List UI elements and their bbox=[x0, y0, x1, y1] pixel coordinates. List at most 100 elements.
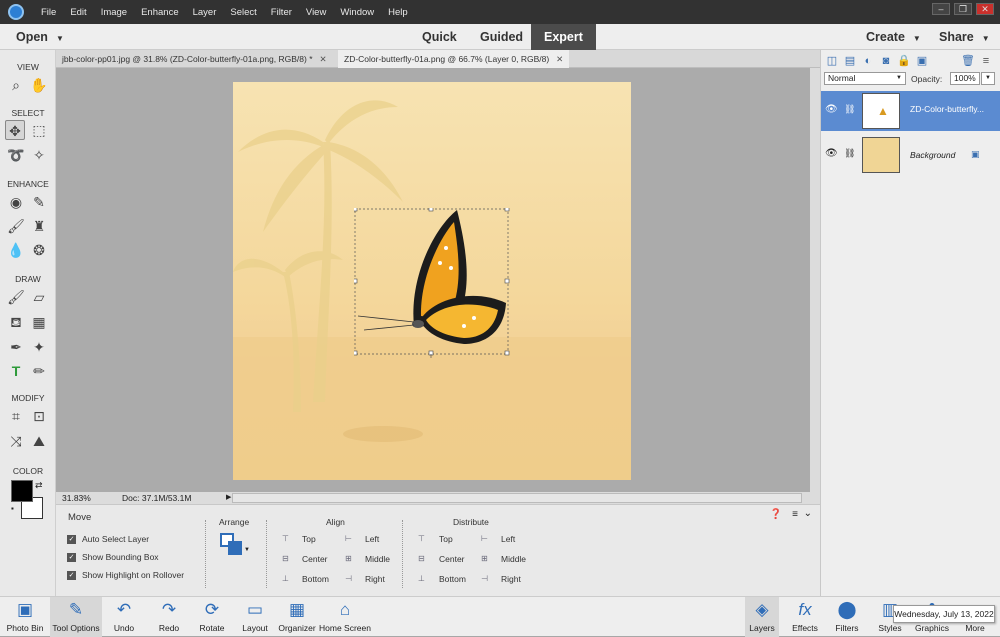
tab-butterfly[interactable]: ZD-Color-butterfly-01a.png @ 66.7% (Laye… bbox=[338, 50, 570, 68]
align-top-label[interactable]: Top bbox=[302, 534, 316, 544]
move-tool-icon[interactable]: ✥ bbox=[5, 120, 25, 140]
undo-button[interactable]: ↶ Undo bbox=[108, 597, 140, 637]
distribute-right-label[interactable]: Right bbox=[501, 574, 521, 584]
share-button[interactable]: Share ▼ bbox=[939, 24, 990, 50]
effects-button[interactable]: fx Effects bbox=[788, 597, 822, 637]
align-middle-icon[interactable]: ⊞ bbox=[345, 554, 357, 563]
layer-name[interactable]: Background bbox=[910, 150, 955, 160]
content-aware-move-icon[interactable]: ⤨ bbox=[6, 431, 26, 451]
menu-filter[interactable]: Filter bbox=[264, 7, 299, 18]
red-eye-tool-icon[interactable]: ◉ bbox=[6, 192, 26, 212]
magic-wand-icon[interactable]: ✧ bbox=[29, 145, 49, 165]
collapse-icon[interactable]: ⌄ bbox=[804, 508, 812, 519]
align-middle-label[interactable]: Middle bbox=[365, 554, 390, 564]
align-center-icon[interactable]: ⊟ bbox=[282, 554, 294, 563]
restore-button[interactable]: ❐ bbox=[954, 3, 972, 15]
align-top-icon[interactable]: ⊤ bbox=[282, 534, 294, 543]
swap-colors-icon[interactable]: ⇄ bbox=[35, 480, 43, 491]
distribute-bottom-icon[interactable]: ⊥ bbox=[418, 574, 430, 583]
status-menu-icon[interactable]: ▶ bbox=[226, 492, 231, 504]
mode-quick[interactable]: Quick bbox=[422, 24, 457, 50]
distribute-top-label[interactable]: Top bbox=[439, 534, 453, 544]
menu-window[interactable]: Window bbox=[333, 7, 381, 18]
gradient-tool-icon[interactable]: ▦ bbox=[29, 312, 49, 332]
eye-icon[interactable]: 👁 bbox=[825, 148, 838, 159]
align-center-label[interactable]: Center bbox=[302, 554, 328, 564]
layers-button[interactable]: ◈ Layers bbox=[745, 597, 779, 637]
bounding-box-checkbox[interactable]: ✓ bbox=[67, 553, 76, 562]
tab-jbb-color[interactable]: jbb-color-pp01.jpg @ 31.8% (ZD-Color-but… bbox=[56, 50, 333, 68]
organizer-button[interactable]: ▦ Organizer bbox=[277, 597, 317, 637]
filters-button[interactable]: ⬤ Filters bbox=[830, 597, 864, 637]
align-right-icon[interactable]: ⊣ bbox=[345, 574, 357, 583]
minimize-button[interactable]: – bbox=[932, 3, 950, 15]
mode-guided[interactable]: Guided bbox=[480, 24, 523, 50]
tool-options-button[interactable]: ✎ Tool Options bbox=[50, 597, 102, 637]
link-icon[interactable]: ⛓ bbox=[844, 148, 855, 159]
recompose-tool-icon[interactable]: ⊡ bbox=[29, 406, 49, 426]
link-icon[interactable]: ⛓ bbox=[844, 104, 855, 115]
marquee-tool-icon[interactable]: ⬚ bbox=[29, 120, 49, 140]
auto-select-checkbox[interactable]: ✓ bbox=[67, 535, 76, 544]
menu-file[interactable]: File bbox=[34, 7, 63, 18]
rotate-button[interactable]: ⟳ Rotate bbox=[194, 597, 230, 637]
lasso-tool-icon[interactable]: ➰ bbox=[6, 145, 26, 165]
type-tool-icon[interactable]: T bbox=[6, 361, 26, 381]
lock-transparent-icon[interactable]: ▣ bbox=[915, 54, 929, 68]
blend-mode-select[interactable]: Normal ▼ bbox=[824, 72, 906, 85]
layer-row-butterfly[interactable]: 👁 ⛓ ▲ ZD-Color-butterfly... bbox=[821, 91, 1000, 131]
distribute-middle-label[interactable]: Middle bbox=[501, 554, 526, 564]
open-button[interactable]: Open ▼ bbox=[16, 24, 64, 50]
panel-menu-icon[interactable]: ≡ bbox=[979, 54, 993, 68]
horizontal-scrollbar[interactable] bbox=[232, 493, 802, 503]
layout-button[interactable]: ▭ Layout bbox=[238, 597, 272, 637]
distribute-center-icon[interactable]: ⊟ bbox=[418, 554, 430, 563]
redo-button[interactable]: ↷ Redo bbox=[152, 597, 186, 637]
blur-tool-icon[interactable]: 💧 bbox=[6, 240, 26, 260]
clone-stamp-icon[interactable]: ♜ bbox=[29, 216, 49, 236]
butterfly-layer[interactable] bbox=[354, 208, 510, 358]
opacity-dropdown[interactable]: ▼ bbox=[981, 72, 995, 85]
menu-help[interactable]: Help bbox=[381, 7, 415, 18]
distribute-right-icon[interactable]: ⊣ bbox=[481, 574, 493, 583]
delete-layer-icon[interactable]: 🗑 bbox=[961, 54, 975, 68]
distribute-top-icon[interactable]: ⊤ bbox=[418, 534, 430, 543]
menu-image[interactable]: Image bbox=[94, 7, 134, 18]
default-colors-icon[interactable]: ▪ bbox=[11, 504, 14, 513]
brush-tool-icon[interactable]: 🖌 bbox=[6, 287, 26, 307]
distribute-center-label[interactable]: Center bbox=[439, 554, 465, 564]
close-icon[interactable]: ✕ bbox=[320, 54, 327, 64]
align-left-label[interactable]: Left bbox=[365, 534, 379, 544]
zoom-tool-icon[interactable]: ⌕ bbox=[6, 75, 26, 95]
menu-edit[interactable]: Edit bbox=[63, 7, 93, 18]
new-layer-icon[interactable]: ◫ bbox=[825, 54, 839, 68]
close-window-button[interactable]: ✕ bbox=[976, 3, 994, 15]
eye-icon[interactable]: 👁 bbox=[825, 104, 838, 115]
custom-shape-icon[interactable]: ✦ bbox=[29, 337, 49, 357]
paint-bucket-icon[interactable]: ⛾ bbox=[6, 312, 26, 332]
close-icon[interactable]: ✕ bbox=[556, 54, 563, 64]
eraser-tool-icon[interactable]: ▱ bbox=[29, 287, 49, 307]
align-bottom-icon[interactable]: ⊥ bbox=[282, 574, 294, 583]
distribute-left-label[interactable]: Left bbox=[501, 534, 515, 544]
align-right-label[interactable]: Right bbox=[365, 574, 385, 584]
menu-layer[interactable]: Layer bbox=[186, 7, 224, 18]
menu-select[interactable]: Select bbox=[223, 7, 263, 18]
vertical-scrollbar[interactable] bbox=[810, 68, 820, 492]
align-bottom-label[interactable]: Bottom bbox=[302, 574, 329, 584]
photo-bin-button[interactable]: ▣ Photo Bin bbox=[2, 597, 48, 637]
layer-name[interactable]: ZD-Color-butterfly... bbox=[910, 104, 984, 114]
menu-enhance[interactable]: Enhance bbox=[134, 7, 186, 18]
panel-menu-icon[interactable]: ≡ bbox=[792, 509, 798, 520]
lock-all-icon[interactable]: 🔒 bbox=[897, 54, 911, 68]
menu-view[interactable]: View bbox=[299, 7, 333, 18]
distribute-left-icon[interactable]: ⊢ bbox=[481, 534, 493, 543]
highlight-rollover-checkbox[interactable]: ✓ bbox=[67, 571, 76, 580]
arrange-dropdown[interactable]: ▼ bbox=[220, 533, 250, 557]
new-group-icon[interactable]: ▤ bbox=[843, 54, 857, 68]
distribute-bottom-label[interactable]: Bottom bbox=[439, 574, 466, 584]
zoom-level[interactable]: 31.83% bbox=[62, 492, 91, 504]
crop-tool-icon[interactable]: ⌗ bbox=[6, 406, 26, 426]
home-screen-button[interactable]: ⌂ Home Screen bbox=[319, 597, 371, 637]
distribute-middle-icon[interactable]: ⊞ bbox=[481, 554, 493, 563]
